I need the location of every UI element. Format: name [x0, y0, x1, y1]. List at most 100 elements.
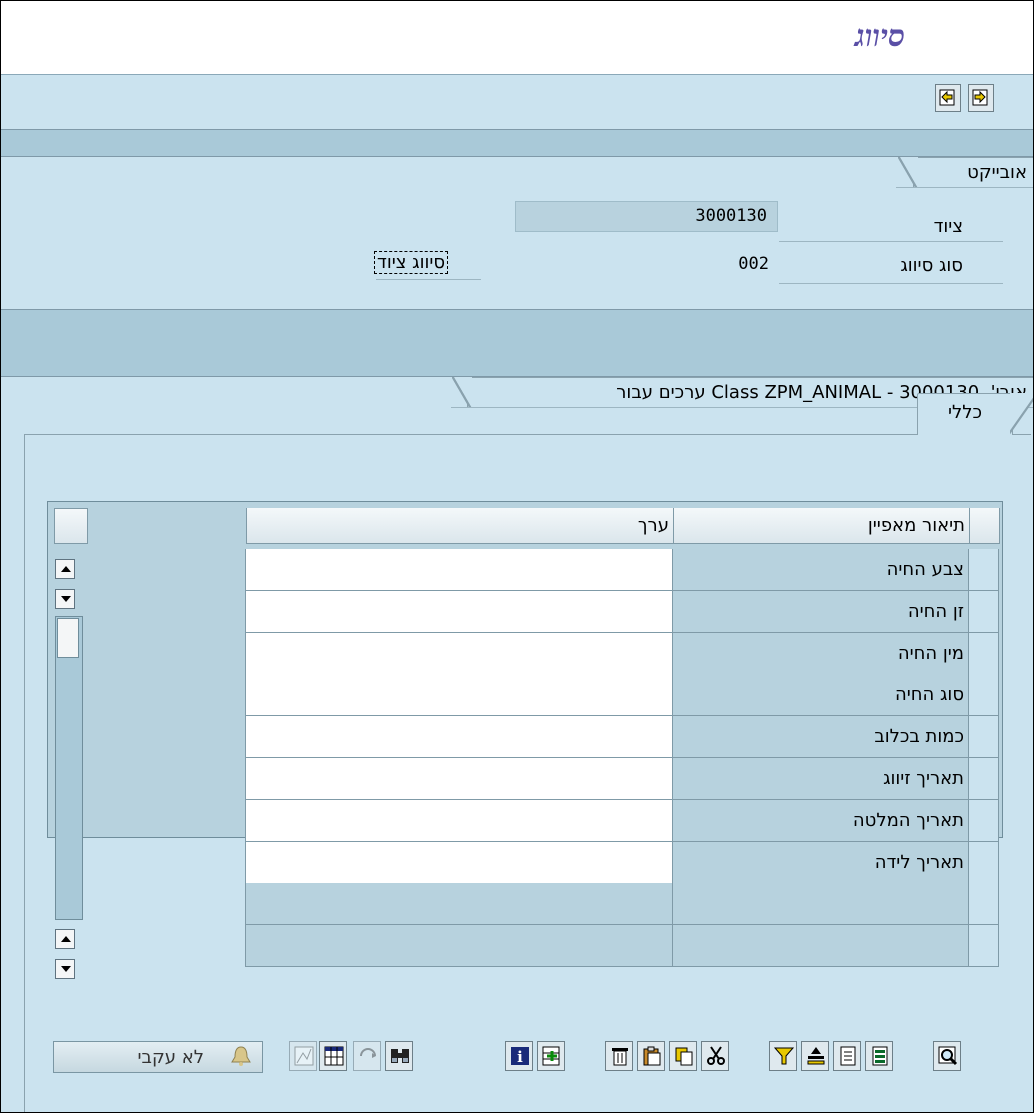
column-header-characteristic[interactable]: תיאור מאפיין	[674, 508, 970, 544]
page-down-button[interactable]	[55, 959, 75, 979]
next-object-icon	[972, 89, 988, 106]
not-tracked-label: לא עקבי	[137, 1046, 204, 1068]
info-button[interactable]: i	[505, 1041, 533, 1071]
separator-band-2	[1, 310, 1033, 377]
class-desc-line	[376, 279, 481, 280]
arrow-up-icon	[61, 566, 71, 572]
row-selector[interactable]	[969, 842, 999, 884]
graphic-icon	[294, 1046, 314, 1066]
class-type-label: סוג סיווג	[900, 255, 963, 276]
select-all-button[interactable]	[865, 1041, 893, 1071]
search-button[interactable]	[933, 1041, 961, 1071]
characteristic-cell	[673, 925, 969, 967]
object-tab-header: אובייקט	[898, 157, 1033, 188]
characteristic-cell: תאריך לידה	[673, 842, 969, 884]
row-selector[interactable]	[969, 758, 999, 800]
refresh-button[interactable]	[353, 1041, 381, 1071]
next-object-button[interactable]	[968, 84, 994, 112]
delete-button[interactable]	[605, 1041, 633, 1071]
table-settings-button[interactable]	[54, 508, 88, 544]
layout-button[interactable]	[319, 1041, 347, 1071]
sort-button[interactable]	[801, 1041, 829, 1071]
copy-button[interactable]	[669, 1041, 697, 1071]
table-layout-icon	[324, 1046, 344, 1066]
scroll-up-button[interactable]	[55, 559, 75, 579]
characteristic-cell	[673, 883, 969, 925]
cut-button[interactable]	[701, 1041, 729, 1071]
characteristic-cell: צבע החיה	[673, 549, 969, 591]
scissors-icon	[707, 1046, 725, 1065]
class-type-description[interactable]: סיווג ציוד	[374, 251, 449, 274]
characteristic-cell: מין החיה	[673, 633, 969, 675]
arrow-down-icon	[61, 966, 71, 972]
bell-icon	[229, 1045, 253, 1072]
row-selector[interactable]	[969, 549, 999, 591]
row-selector[interactable]	[969, 800, 999, 842]
copy-icon	[675, 1047, 693, 1066]
filter-button[interactable]	[769, 1041, 797, 1071]
row-selector[interactable]	[969, 925, 999, 967]
tab-general-label: כללי	[947, 402, 982, 423]
arrow-up-icon	[61, 936, 71, 942]
previous-object-button[interactable]	[935, 84, 961, 112]
class-type-field[interactable]: 002	[701, 254, 769, 280]
info-icon: i	[511, 1047, 529, 1066]
equipment-field[interactable]: 3000130	[515, 201, 778, 232]
value-cell[interactable]	[245, 842, 673, 884]
arrow-down-icon	[61, 596, 71, 602]
magnifier-icon	[938, 1046, 958, 1066]
toolbar	[1, 75, 1033, 130]
window-title: סיווג	[854, 19, 905, 54]
graphic-button[interactable]	[289, 1041, 317, 1071]
refresh-icon	[360, 1048, 376, 1058]
equipment-label-line	[779, 241, 1003, 242]
tab-general[interactable]: כללי	[917, 393, 1033, 436]
svg-text:i: i	[517, 1048, 523, 1066]
value-cell[interactable]	[245, 883, 673, 925]
value-cell[interactable]	[245, 591, 673, 633]
scrollbar-track[interactable]	[55, 616, 83, 920]
select-all-rows[interactable]	[970, 508, 1000, 544]
filter-icon	[773, 1047, 795, 1065]
sort-icon	[807, 1047, 825, 1065]
paste-icon	[643, 1046, 661, 1066]
characteristic-cell: זן החיה	[673, 591, 969, 633]
document-icon	[840, 1046, 856, 1066]
trash-icon	[612, 1048, 628, 1066]
scroll-down-button[interactable]	[55, 589, 75, 609]
equipment-label: ציוד	[933, 216, 963, 237]
separator-band	[1, 130, 1033, 157]
title-bar: סיווג	[1, 1, 1033, 75]
characteristic-cell: תאריך זיווג	[673, 758, 969, 800]
find-button[interactable]	[385, 1041, 413, 1071]
row-selector[interactable]	[969, 591, 999, 633]
object-tab-line	[896, 187, 1033, 188]
binoculars-icon	[391, 1049, 409, 1063]
page-up-button[interactable]	[55, 929, 75, 949]
value-cell[interactable]	[245, 549, 673, 591]
scrollbar-thumb[interactable]	[57, 618, 79, 658]
row-selector[interactable]	[969, 674, 999, 716]
characteristic-cell: כמות בכלוב	[673, 716, 969, 758]
object-panel: אובייקט ציוד 3000130 סוג סיווג 002 סיווג…	[1, 157, 1033, 310]
column-header-value[interactable]: ערך	[246, 508, 674, 544]
previous-object-icon	[939, 89, 955, 106]
class-type-label-line	[779, 283, 1003, 284]
paste-button[interactable]	[637, 1041, 665, 1071]
row-selector[interactable]	[969, 633, 999, 675]
insert-row-button[interactable]	[537, 1041, 565, 1071]
characteristic-cell: סוג החיה	[673, 674, 969, 716]
value-cell[interactable]	[245, 800, 673, 842]
value-cell[interactable]	[245, 925, 673, 967]
select-all-icon	[872, 1046, 888, 1066]
value-cell[interactable]	[245, 633, 673, 675]
details-button[interactable]	[833, 1041, 861, 1071]
object-tab-label: אובייקט	[967, 162, 1027, 183]
value-cell[interactable]	[245, 758, 673, 800]
row-selector[interactable]	[969, 716, 999, 758]
row-selector[interactable]	[969, 883, 999, 925]
value-cell[interactable]	[245, 716, 673, 758]
insert-row-icon	[542, 1046, 560, 1066]
classification-window: סיווג אובייקט ציוד 3000130 סוג סיווג 002…	[0, 0, 1034, 1113]
value-cell[interactable]	[245, 674, 673, 716]
